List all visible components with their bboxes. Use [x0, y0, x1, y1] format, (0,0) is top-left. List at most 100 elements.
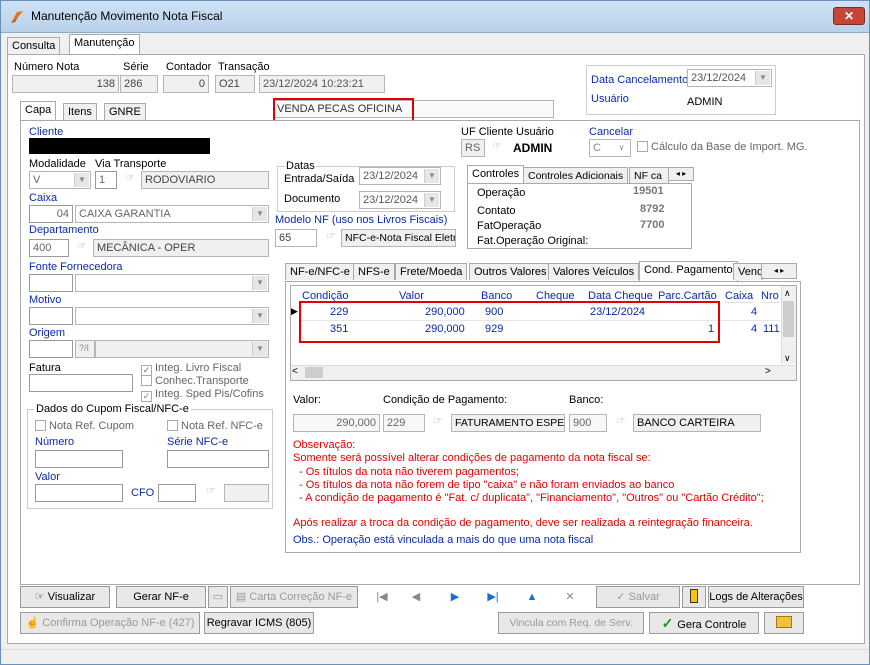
numero-nota-label: Número Nota — [14, 61, 80, 73]
tab-nf-ca[interactable]: NF ca — [629, 167, 669, 184]
datetime-field: 23/12/2024 10:23:21 — [259, 75, 385, 93]
prev-record-button[interactable]: ◀ — [403, 586, 429, 608]
open-folder-button[interactable] — [764, 612, 804, 634]
origem-num[interactable] — [29, 340, 73, 358]
banco-num-field[interactable]: 900 — [569, 414, 607, 432]
logs-button[interactable]: Logs de Alterações — [708, 586, 804, 608]
cancel-x-button[interactable]: ✕ — [557, 586, 583, 608]
nota-ref-cupom-checkbox[interactable]: Nota Ref. Cupom — [35, 420, 134, 432]
regravar-icms-button[interactable]: Regravar ICMS (805) — [204, 612, 314, 634]
tab-cond-pagamento[interactable]: Cond. Pagamento — [639, 261, 738, 282]
chevron-down-icon[interactable]: ▼ — [252, 207, 267, 221]
chevron-left-icon[interactable]: < — [292, 366, 298, 377]
pag-valor-field[interactable]: 290,000 — [293, 414, 380, 432]
tab-controles[interactable]: Controles — [467, 165, 525, 184]
close-button[interactable]: ✕ — [833, 7, 865, 25]
modalidade-select[interactable]: V ▼ — [29, 171, 91, 189]
gera-controle-button[interactable]: ✓ Gera Controle — [649, 612, 759, 634]
hscroll-thumb[interactable] — [305, 367, 323, 378]
carta-correcao-button[interactable]: ▤ Carta Correção NF-e — [230, 586, 358, 608]
tab-scroll-arrows[interactable]: ◂ ▸ — [668, 167, 694, 181]
tab-controles-adicionais[interactable]: Controles Adicionais — [523, 167, 629, 184]
caixa-num[interactable]: 04 — [29, 205, 73, 223]
row2-nro: 111 — [763, 323, 780, 335]
transacao-field[interactable]: O21 — [215, 75, 255, 93]
motivo-num[interactable] — [29, 307, 73, 325]
caixa-select[interactable]: CAIXA GARANTIA ▼ — [75, 205, 269, 223]
tab-consulta[interactable]: Consulta — [7, 37, 61, 54]
integ-sped-checkbox[interactable]: ✓ Integ. Sped Pis/Cofins — [141, 388, 264, 402]
lookup-icon[interactable]: ☞ — [612, 416, 630, 432]
confirma-operacao-button[interactable]: ☝ Confirma Operação NF-e (427) — [20, 612, 200, 634]
nfe-icon-button[interactable]: ▭ — [208, 586, 228, 608]
cfo-desc — [224, 484, 269, 502]
gerar-nfe-button[interactable]: Gerar NF-e — [116, 586, 206, 608]
salvar-button[interactable]: ✓ Salvar — [596, 586, 680, 608]
fonte-num[interactable] — [29, 274, 73, 292]
integ-livro-checkbox[interactable]: ✓ Integ. Livro Fiscal — [141, 362, 241, 376]
lookup-icon[interactable]: ☞ — [121, 173, 139, 189]
tab-itens[interactable]: Itens — [63, 103, 97, 120]
via-num[interactable]: 1 — [95, 171, 117, 189]
lookup-icon[interactable]: ☞ — [202, 486, 220, 502]
tab-nfse[interactable]: NFS-e — [353, 263, 395, 280]
tab-scroll-arrows[interactable]: ◂ ▸ — [761, 263, 797, 279]
chevron-down-icon[interactable]: ▼ — [252, 309, 267, 323]
contador-field[interactable]: 0 — [163, 75, 209, 93]
chevron-down-icon[interactable]: ▼ — [252, 342, 267, 356]
fonte-select[interactable]: ▼ — [75, 274, 269, 292]
serie-field[interactable]: 286 — [120, 75, 158, 93]
data-cancel-field[interactable]: 23/12/2024 ▼ — [687, 69, 772, 87]
documento-date[interactable]: 23/12/2024 ▼ — [359, 191, 441, 209]
valor-field[interactable] — [35, 484, 123, 502]
col-nro[interactable]: Nro — [761, 290, 779, 303]
lookup-icon[interactable]: ☞ — [322, 231, 340, 247]
numero-nota-field[interactable]: 138 — [12, 75, 119, 93]
tab-gnre[interactable]: GNRE — [104, 103, 146, 120]
tab-vende[interactable]: Vende — [733, 263, 763, 280]
serie-nfce-field[interactable] — [167, 450, 269, 468]
chevron-down-icon[interactable]: ▼ — [424, 169, 439, 183]
exit-button[interactable] — [682, 586, 706, 608]
chevron-down-icon[interactable]: ▼ — [74, 173, 89, 187]
last-record-button[interactable]: ▶| — [480, 586, 506, 608]
numero-field[interactable] — [35, 450, 123, 468]
up-button[interactable]: ▲ — [519, 586, 545, 608]
vincula-button[interactable]: Vincula com Req. de Serv. — [498, 612, 644, 634]
motivo-select[interactable]: ▼ — [75, 307, 269, 325]
chevron-down-icon[interactable]: ▼ — [755, 71, 770, 85]
modelo-num[interactable]: 65 — [275, 229, 317, 247]
depto-num[interactable]: 400 — [29, 239, 69, 257]
tab-capa[interactable]: Capa — [20, 101, 57, 121]
chevron-down-icon[interactable]: ▼ — [424, 193, 439, 207]
cond-num-field[interactable]: 229 — [383, 414, 425, 432]
first-record-button[interactable]: |◀ — [369, 586, 395, 608]
entrada-date[interactable]: 23/12/2024 ▼ — [359, 167, 441, 185]
lookup-icon[interactable]: ☞ — [488, 141, 506, 157]
cancelar-select[interactable]: C ∨ — [589, 139, 631, 157]
visualizar-button[interactable]: ☞ Visualizar — [20, 586, 110, 608]
fatura-field[interactable] — [29, 374, 133, 392]
tab-outros-valores[interactable]: Outros Valores — [469, 263, 552, 280]
chevron-down-icon[interactable]: ▼ — [252, 276, 267, 290]
tab-valores-veiculos[interactable]: Valores Veículos — [548, 263, 640, 280]
nota-ref-nfce-checkbox[interactable]: Nota Ref. NFC-e — [167, 420, 263, 432]
scroll-thumb[interactable] — [783, 301, 794, 337]
tab-nfe[interactable]: NF-e/NFC-e — [285, 263, 355, 280]
lookup-icon[interactable]: ☞ — [73, 241, 91, 257]
tab-frete[interactable]: Frete/Moeda — [395, 263, 468, 280]
chevron-down-icon[interactable]: ∨ — [614, 141, 629, 155]
chevron-down-icon[interactable]: ∨ — [784, 353, 791, 364]
lookup-icon[interactable]: ☞ — [429, 416, 447, 432]
chevron-right-icon[interactable]: > — [765, 366, 771, 377]
col-caixa[interactable]: Caixa — [725, 290, 754, 303]
origem-select[interactable]: ▼ — [95, 340, 269, 358]
chevron-up-icon[interactable]: ∧ — [784, 288, 791, 299]
fonte-label: Fonte Fornecedora — [29, 261, 123, 273]
tab-manutencao[interactable]: Manutenção — [69, 34, 140, 55]
conhec-checkbox[interactable]: Conhec.Transporte — [141, 375, 249, 387]
horizontal-scrollbar[interactable] — [291, 365, 796, 380]
cfo-field[interactable] — [158, 484, 196, 502]
calc-base-checkbox[interactable]: Cálculo da Base de Import. MG. — [637, 141, 808, 153]
next-record-button[interactable]: ▶ — [442, 586, 468, 608]
